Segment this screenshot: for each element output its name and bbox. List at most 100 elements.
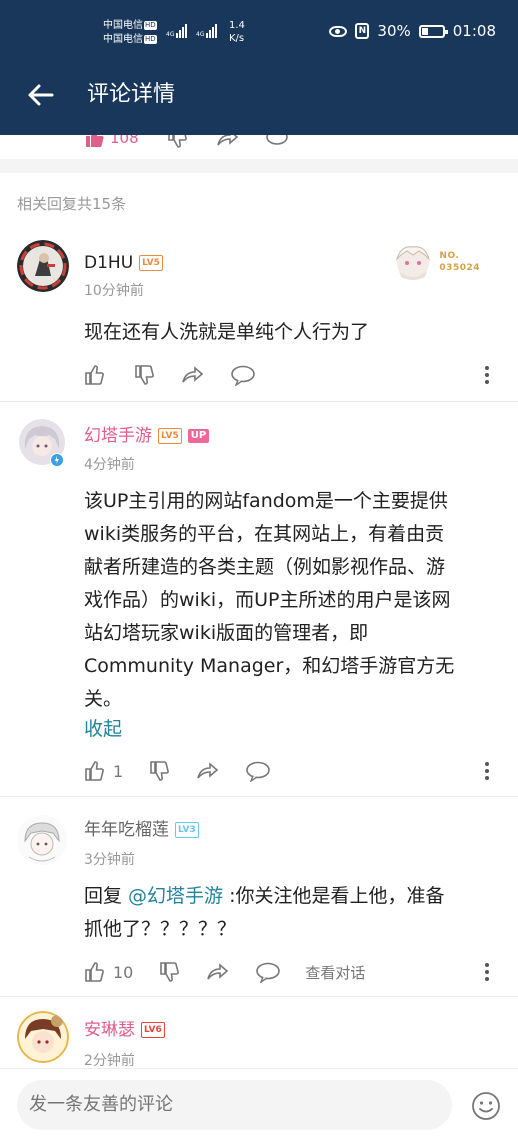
parent-like-button[interactable]: 108 (84, 135, 139, 148)
dislike-icon[interactable] (165, 135, 189, 149)
fan-badge-character-icon (396, 246, 431, 280)
carrier-1: 中国电信 (103, 20, 143, 31)
back-arrow-icon[interactable] (24, 78, 58, 112)
up-badge: UP (187, 429, 210, 443)
carrier-info: 中国电信 HD 中国电信 HD (103, 19, 157, 47)
avatar[interactable] (17, 1011, 69, 1063)
like-button[interactable]: 1 (84, 760, 123, 782)
status-right: N 30% 01:08 (329, 22, 496, 40)
reply-button[interactable] (255, 961, 281, 983)
thumb-down-icon (135, 365, 154, 385)
thumb-up-icon (85, 761, 104, 781)
username[interactable]: 年年吃榴莲 (84, 819, 169, 841)
like-count: 10 (113, 962, 134, 982)
view-conversation-link[interactable]: 查看对话 (305, 962, 365, 983)
collapse-link[interactable]: 收起 (84, 714, 122, 741)
net-speed-value: 1.4 (229, 20, 245, 31)
comment-input[interactable] (17, 1080, 452, 1130)
like-button[interactable] (84, 364, 108, 386)
comment-text-line: 关。 (84, 688, 123, 710)
comment-actions: 10 查看对话 (84, 957, 496, 987)
username-row: D1HU LV5 (84, 252, 163, 274)
comment-text-line: 献者所建造的各类主题（例如影视作品、游 (84, 556, 446, 578)
battery-percent: 30% (377, 22, 411, 40)
level-badge: LV6 (141, 1022, 165, 1038)
share-button[interactable] (180, 364, 206, 386)
dislike-button[interactable] (157, 961, 181, 983)
like-button[interactable]: 10 (84, 961, 133, 983)
share-icon (197, 762, 219, 779)
thumb-up-icon (85, 365, 104, 385)
username-row: 幻塔手游 LV5 UP (84, 425, 210, 447)
reply-prefix: 回复 (84, 885, 129, 907)
username[interactable]: 幻塔手游 (84, 425, 152, 447)
share-button[interactable] (205, 961, 231, 983)
reply-button[interactable] (245, 760, 271, 782)
hd-badge-2: HD (144, 34, 157, 44)
dislike-button[interactable] (132, 364, 156, 386)
thumb-up-icon (85, 962, 104, 982)
emoji-icon[interactable] (471, 1091, 501, 1121)
hd-badge-1: HD (144, 20, 157, 30)
battery-level (421, 27, 428, 35)
more-options-icon[interactable] (484, 760, 490, 782)
net-speed: 1.4 K/s (229, 19, 245, 45)
battery-icon (418, 24, 448, 38)
comment-text: 该UP主引用的网站fandom是一个主要提供 wiki类服务的平台，在其网站上，… (84, 485, 496, 716)
comment-text-line: Community Manager，和幻塔手游官方无 (84, 655, 455, 677)
avatar[interactable] (17, 240, 69, 292)
username-row: 年年吃榴莲 LV3 (84, 819, 199, 841)
net-type-label-2: 4G (196, 31, 205, 38)
eye-comfort-icon (329, 25, 348, 37)
share-button[interactable] (195, 760, 221, 782)
parent-like-count: 108 (110, 135, 139, 147)
fan-badge-number: 035024 (439, 263, 480, 273)
reply-button[interactable] (230, 364, 256, 386)
liked-thumb-icon (86, 135, 104, 147)
nfc-icon: N (355, 23, 370, 39)
level-badge: LV5 (158, 428, 182, 444)
dislike-button[interactable] (147, 760, 171, 782)
comment-actions: 1 (84, 756, 496, 786)
comment-text-line: 该UP主引用的网站fandom是一个主要提供 (84, 490, 448, 512)
comment-actions (84, 360, 496, 390)
net-type-label: 4G (166, 31, 175, 38)
verified-icon (50, 453, 64, 467)
username-row: 安琳瑟 LV6 (84, 1019, 165, 1041)
comment-text-line: 戏作品）的wiki，而UP主所述的用户是该网 (84, 589, 451, 611)
comment-text-line: wiki类服务的平台，在其网站上，有着由贡 (84, 523, 445, 545)
level-badge: LV3 (175, 822, 199, 838)
comment-time: 10分钟前 (84, 283, 144, 299)
comment-time: 2分钟前 (84, 1053, 135, 1068)
comment-item: 安琳瑟 LV6 2分钟前 (0, 997, 518, 1068)
comment-input-bar (0, 1068, 518, 1140)
avatar[interactable] (17, 815, 67, 865)
signal-icon-2: 4G (196, 22, 218, 38)
signal-icon-1: 4G (166, 22, 188, 38)
clock: 01:08 (452, 22, 496, 40)
parent-comment-actions: 108 (0, 135, 518, 159)
app-header: 中国电信 HD 中国电信 HD 4G 4G 1.4 K/s N 30% 01:08 … (0, 0, 518, 135)
share-icon (207, 963, 229, 980)
comment-text-line: 抓他了？？？？？ (84, 918, 237, 940)
comment-text-line: :你关注他是看上他，准备 (223, 885, 445, 907)
comment-icon[interactable] (265, 135, 289, 149)
like-count: 1 (113, 761, 124, 781)
net-speed-unit: K/s (229, 33, 245, 44)
section-divider (0, 159, 518, 173)
reply-count: 相关回复共15条 (17, 195, 127, 213)
comment-item: 幻塔手游 LV5 UP 4分钟前 该UP主引用的网站fandom是一个主要提供 … (0, 402, 518, 797)
username[interactable]: 安琳瑟 (84, 1019, 135, 1041)
mention-link[interactable]: @幻塔手游 (128, 885, 223, 907)
more-options-icon[interactable] (484, 961, 490, 983)
username[interactable]: D1HU (84, 252, 133, 274)
share-icon[interactable] (215, 135, 239, 149)
comment-bubble-icon (231, 365, 255, 386)
carrier-2: 中国电信 (103, 34, 143, 45)
page-title: 评论详情 (87, 82, 176, 107)
share-icon (182, 366, 204, 383)
comment-text-line: 站幻塔玩家wiki版面的管理者，即 (84, 622, 369, 644)
comment-text: 现在还有人洗就是单纯个人行为了 (84, 321, 370, 343)
more-options-icon[interactable] (484, 364, 490, 386)
fan-badge: NO. 035024 (391, 241, 480, 283)
